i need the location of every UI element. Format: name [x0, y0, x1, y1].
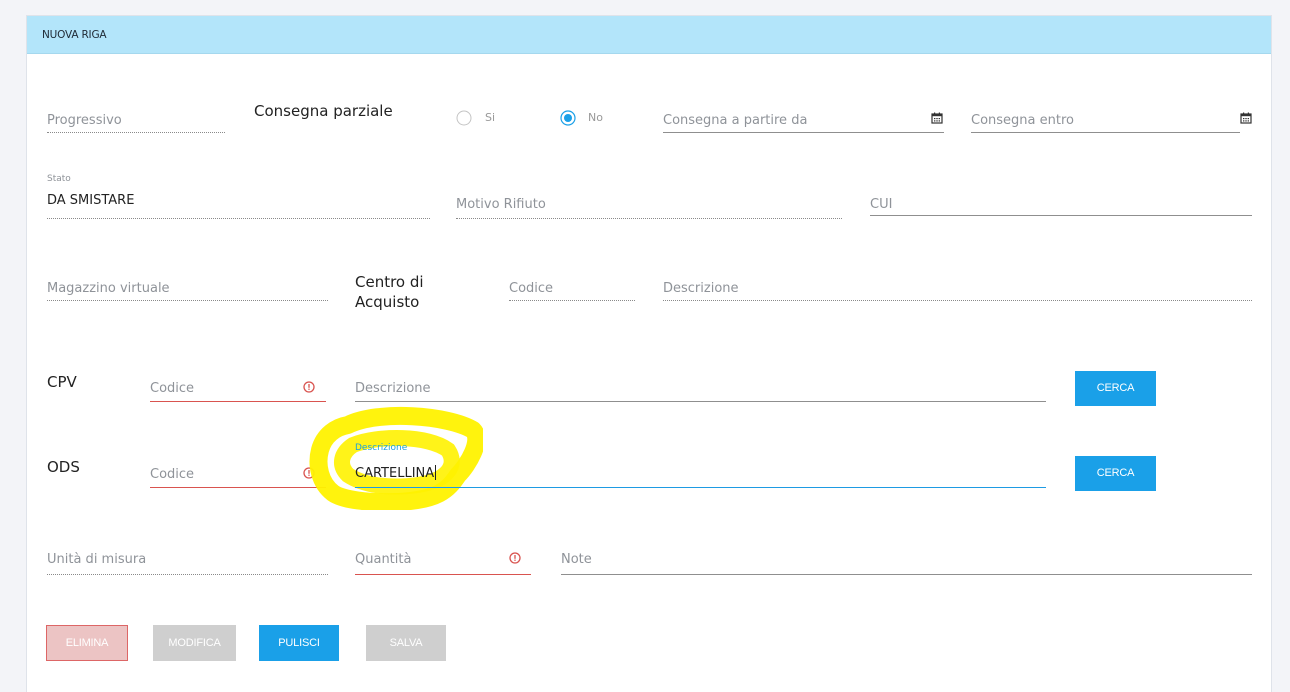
ods-descrizione-label: Descrizione	[355, 443, 408, 453]
elimina-button[interactable]: ELIMINA	[46, 625, 128, 661]
consegna-parziale-label: Consegna parziale	[254, 102, 393, 120]
centro-acquisto-label-1: Centro di	[355, 273, 424, 291]
progressivo-underline	[47, 132, 225, 133]
modifica-button[interactable]: MODIFICA	[153, 625, 236, 661]
note-underline	[561, 574, 1252, 575]
panel-header: NUOVA RIGA	[27, 16, 1271, 54]
magazzino-underline	[47, 300, 328, 301]
quantita-input[interactable]: Quantità	[355, 552, 411, 567]
pulisci-button[interactable]: PULISCI	[259, 625, 339, 661]
stato-underline	[47, 218, 430, 219]
salva-button[interactable]: SALVA	[366, 625, 446, 661]
progressivo-input[interactable]: Progressivo	[47, 113, 122, 128]
error-icon	[509, 552, 521, 564]
ods-descrizione-value: CARTELLINA	[355, 466, 435, 481]
radio-si[interactable]	[456, 110, 472, 126]
cui-underline	[870, 215, 1252, 216]
radio-si-label: Si	[485, 111, 496, 124]
magazzino-virtuale-input[interactable]: Magazzino virtuale	[47, 281, 170, 296]
calendar-icon[interactable]	[1240, 112, 1252, 124]
centro-codice-underline	[509, 300, 635, 301]
cui-input[interactable]: CUI	[870, 197, 892, 212]
yellow-highlight-annotation	[309, 406, 483, 510]
ods-descrizione-underline	[355, 487, 1046, 488]
error-icon	[303, 381, 315, 393]
ods-cerca-button[interactable]: CERCA	[1075, 456, 1156, 491]
radio-no-label: No	[588, 111, 603, 124]
note-input[interactable]: Note	[561, 552, 592, 567]
consegna-da-input[interactable]: Consegna a partire da	[663, 113, 807, 128]
cpv-descrizione-underline	[355, 401, 1046, 402]
radio-no[interactable]	[560, 110, 576, 126]
calendar-icon[interactable]	[931, 112, 943, 124]
stato-label: Stato	[47, 174, 71, 184]
nuova-riga-panel: NUOVA RIGA	[26, 15, 1272, 692]
stato-value: DA SMISTARE	[47, 193, 135, 208]
text-caret	[435, 465, 437, 480]
cpv-codice-input[interactable]: Codice	[150, 381, 194, 396]
motivo-rifiuto-underline	[456, 218, 842, 219]
ods-codice-input[interactable]: Codice	[150, 467, 194, 482]
centro-acquisto-label-2: Acquisto	[355, 293, 420, 311]
cpv-label: CPV	[47, 373, 77, 391]
unita-misura-underline	[47, 574, 328, 575]
unita-misura-input[interactable]: Unità di misura	[47, 552, 146, 567]
consegna-entro-input[interactable]: Consegna entro	[971, 113, 1074, 128]
cpv-codice-underline	[150, 401, 326, 402]
cpv-descrizione-input[interactable]: Descrizione	[355, 381, 431, 396]
ods-descrizione-input[interactable]: CARTELLINA	[355, 465, 437, 481]
centro-descrizione-underline	[663, 300, 1252, 301]
ods-codice-underline	[150, 487, 326, 488]
ods-label: ODS	[47, 458, 80, 476]
panel-title: NUOVA RIGA	[42, 29, 107, 41]
consegna-da-underline	[663, 132, 944, 133]
consegna-entro-underline	[971, 132, 1240, 133]
centro-codice-input[interactable]: Codice	[509, 281, 553, 296]
centro-descrizione-input[interactable]: Descrizione	[663, 281, 739, 296]
cpv-cerca-button[interactable]: CERCA	[1075, 371, 1156, 406]
motivo-rifiuto-input[interactable]: Motivo Rifiuto	[456, 197, 546, 212]
quantita-underline	[355, 574, 531, 575]
